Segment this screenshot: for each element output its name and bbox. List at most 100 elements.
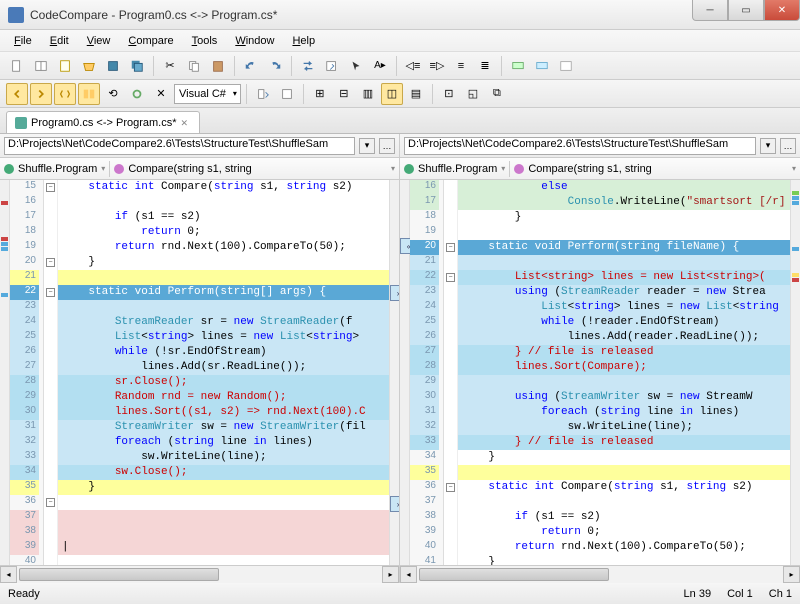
language-combo[interactable]: Visual C#	[174, 84, 241, 104]
layout-split-icon[interactable]: ◫	[381, 83, 403, 105]
indent-more-icon[interactable]: ≡▷	[426, 55, 448, 77]
scroll-right-icon[interactable]: ▸	[783, 566, 800, 583]
indent-less-icon[interactable]: ◁≡	[402, 55, 424, 77]
menu-edit[interactable]: Edit	[42, 33, 77, 49]
right-breadcrumb: Shuffle.Program ▾ Compare(string s1, str…	[400, 158, 800, 180]
new-doc-icon[interactable]	[54, 55, 76, 77]
path-more-icon[interactable]: …	[379, 138, 395, 154]
menu-window[interactable]: Window	[227, 33, 282, 49]
maximize-button[interactable]: ▭	[728, 0, 764, 21]
left-handle-strip: » »	[389, 180, 399, 565]
copy-icon[interactable]	[183, 55, 205, 77]
comment-icon[interactable]	[507, 55, 529, 77]
left-pane: D:\Projects\Net\CodeCompare2.6\Tests\Str…	[0, 134, 400, 582]
new-file-icon[interactable]	[6, 55, 28, 77]
uncomment-icon[interactable]	[531, 55, 553, 77]
menu-view[interactable]: View	[79, 33, 119, 49]
status-text: Ready	[8, 588, 40, 600]
layout3-icon[interactable]: ▥	[357, 83, 379, 105]
left-path-row: D:\Projects\Net\CodeCompare2.6\Tests\Str…	[0, 134, 399, 158]
left-indicator-strip	[0, 180, 10, 565]
left-fold-column: −−−−	[44, 180, 58, 565]
view-side-icon[interactable]	[78, 83, 100, 105]
cursor-icon[interactable]	[345, 55, 367, 77]
paste-icon[interactable]	[207, 55, 229, 77]
next-diff-icon[interactable]	[276, 83, 298, 105]
right-gutter: 1617181920212223242526272829303132333435…	[410, 180, 444, 565]
filter-icon[interactable]: ✕	[150, 83, 172, 105]
crumb-class[interactable]: Shuffle.Program	[18, 163, 97, 175]
close-button[interactable]: ✕	[764, 0, 800, 21]
class-icon	[4, 164, 14, 174]
merge-handle-icon[interactable]: »	[390, 285, 399, 301]
left-hscroll[interactable]: ◂ ▸	[0, 565, 399, 582]
toolbar-2: ⟲ ✕ Visual C# ⊞ ⊟ ▥ ◫ ▤ ⊡ ◱ ⧉	[0, 80, 800, 108]
undo-icon[interactable]	[240, 55, 262, 77]
scroll-left-icon[interactable]: ◂	[400, 566, 417, 583]
merge-handle-icon[interactable]: »	[390, 496, 399, 512]
layout2-icon[interactable]: ⊟	[333, 83, 355, 105]
tab-label: Program0.cs <-> Program.cs*	[31, 117, 177, 129]
left-code[interactable]: static int Compare(string s1, string s2)…	[58, 180, 389, 565]
crumb-class[interactable]: Shuffle.Program	[418, 163, 497, 175]
right-hscroll[interactable]: ◂ ▸	[400, 565, 800, 582]
crumb-method[interactable]: Compare(string s1, string	[128, 163, 252, 175]
scroll-right-icon[interactable]: ▸	[382, 566, 399, 583]
left-breadcrumb: Shuffle.Program ▾ Compare(string s1, str…	[0, 158, 399, 180]
font-size-icon[interactable]: A▸	[369, 55, 391, 77]
align-left-icon[interactable]: ≡	[450, 55, 472, 77]
menu-tools[interactable]: Tools	[184, 33, 226, 49]
main-area: D:\Projects\Net\CodeCompare2.6\Tests\Str…	[0, 134, 800, 582]
tab-strip: Program0.cs <-> Program.cs* ✕	[0, 108, 800, 134]
save-all-icon[interactable]	[126, 55, 148, 77]
merge-both-icon[interactable]	[54, 83, 76, 105]
merge-left-icon[interactable]	[6, 83, 28, 105]
menu-compare[interactable]: Compare	[120, 33, 181, 49]
opt1-icon[interactable]: ⊡	[438, 83, 460, 105]
swap-icon[interactable]	[297, 55, 319, 77]
redo-icon[interactable]	[264, 55, 286, 77]
tab-document[interactable]: Program0.cs <-> Program.cs* ✕	[6, 111, 200, 133]
goto-icon[interactable]	[321, 55, 343, 77]
toggle-lock-icon[interactable]: ⟲	[102, 83, 124, 105]
right-path-input[interactable]: D:\Projects\Net\CodeCompare2.6\Tests\Str…	[404, 137, 756, 155]
app-icon	[8, 7, 24, 23]
right-indicator-strip	[790, 180, 800, 565]
status-col: Col 1	[727, 588, 753, 600]
path-more-icon[interactable]: …	[780, 138, 796, 154]
opt2-icon[interactable]: ◱	[462, 83, 484, 105]
save-icon[interactable]	[102, 55, 124, 77]
layout4-icon[interactable]: ▤	[405, 83, 427, 105]
merge-right-icon[interactable]	[30, 83, 52, 105]
status-ch: Ch 1	[769, 588, 792, 600]
tab-close-icon[interactable]: ✕	[181, 118, 191, 128]
path-dropdown-icon[interactable]: ▾	[359, 138, 375, 154]
bookmark-icon[interactable]	[555, 55, 577, 77]
tab-icon	[15, 117, 27, 129]
right-fold-column: −−−	[444, 180, 458, 565]
open-icon[interactable]	[78, 55, 100, 77]
toolbar-1: ✂ A▸ ◁≡ ≡▷ ≡ ≣	[0, 52, 800, 80]
menu-help[interactable]: Help	[284, 33, 323, 49]
minimize-button[interactable]: ─	[692, 0, 728, 21]
right-handle-strip: «	[400, 180, 410, 565]
title-bar: CodeCompare - Program0.cs <-> Program.cs…	[0, 0, 800, 30]
crumb-method[interactable]: Compare(string s1, string	[528, 163, 652, 175]
left-path-input[interactable]: D:\Projects\Net\CodeCompare2.6\Tests\Str…	[4, 137, 355, 155]
menu-bar: File Edit View Compare Tools Window Help	[0, 30, 800, 52]
new-compare-icon[interactable]	[30, 55, 52, 77]
scroll-left-icon[interactable]: ◂	[0, 566, 17, 583]
right-path-row: D:\Projects\Net\CodeCompare2.6\Tests\Str…	[400, 134, 800, 158]
right-code[interactable]: else Console.WriteLine("smartsort [/r] f…	[458, 180, 790, 565]
menu-file[interactable]: File	[6, 33, 40, 49]
layout1-icon[interactable]: ⊞	[309, 83, 331, 105]
align-icon[interactable]: ≣	[474, 55, 496, 77]
refresh-icon[interactable]	[126, 83, 148, 105]
cut-icon[interactable]: ✂	[159, 55, 181, 77]
status-line: Ln 39	[684, 588, 712, 600]
left-gutter: 1516171819202122232425262728293031323334…	[10, 180, 44, 565]
opt3-icon[interactable]: ⧉	[486, 83, 508, 105]
method-icon	[114, 164, 124, 174]
path-dropdown-icon[interactable]: ▾	[760, 138, 776, 154]
prev-diff-icon[interactable]	[252, 83, 274, 105]
